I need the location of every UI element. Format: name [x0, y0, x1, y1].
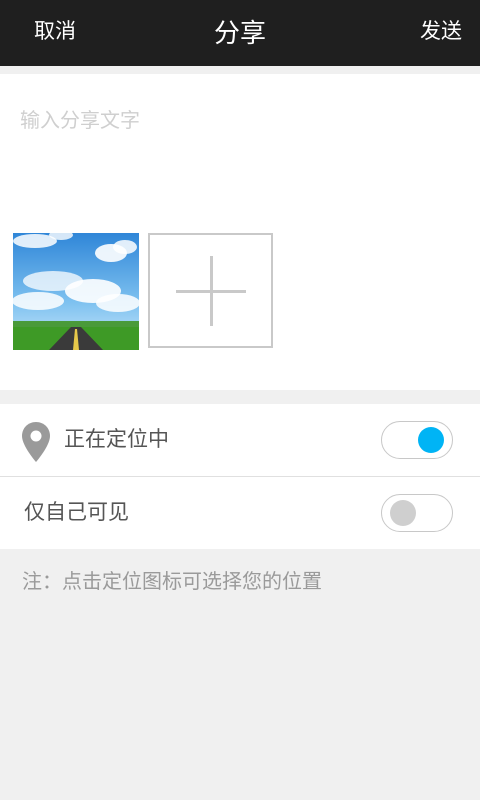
location-status-label: 正在定位中	[64, 427, 169, 451]
location-toggle[interactable]	[381, 421, 453, 459]
toggle-knob	[418, 427, 444, 453]
location-row[interactable]: 正在定位中	[0, 404, 480, 476]
send-button[interactable]: 发送	[420, 16, 462, 46]
private-visibility-label: 仅自己可见	[24, 500, 129, 524]
share-text-input[interactable]	[10, 94, 450, 204]
add-image-button[interactable]	[148, 233, 273, 348]
attached-image-thumbnail[interactable]	[13, 233, 139, 350]
private-toggle[interactable]	[381, 494, 453, 532]
compose-area	[0, 74, 480, 390]
private-row[interactable]: 仅自己可见	[0, 477, 480, 549]
toggle-knob	[390, 500, 416, 526]
landscape-image	[13, 233, 139, 350]
page-title: 分享	[213, 19, 266, 49]
top-bar: 取消 分享 发送	[0, 0, 480, 66]
location-pin-icon[interactable]	[22, 422, 50, 462]
hint-note: 注：点击定位图标可选择您的位置	[22, 569, 322, 593]
